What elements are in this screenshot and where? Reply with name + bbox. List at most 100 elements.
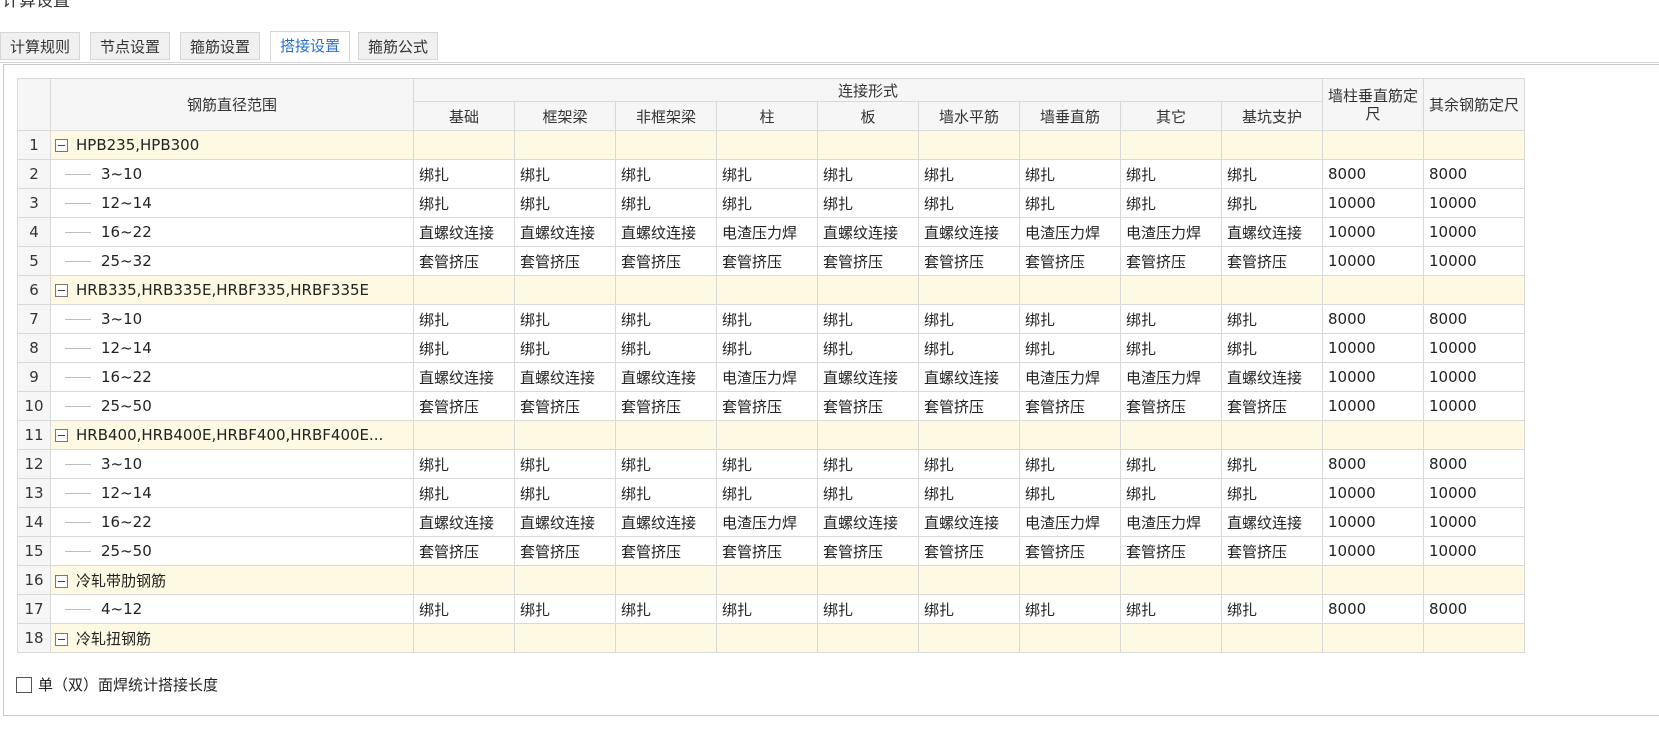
table-group-row[interactable]: 16 冷轧带肋钢筋 [17, 565, 1525, 595]
connection-cell[interactable] [514, 275, 616, 305]
fixed-length-cell[interactable]: 8000 [1322, 304, 1424, 334]
connection-cell[interactable]: 套管挤压 [1120, 536, 1222, 566]
connection-cell[interactable] [514, 565, 616, 595]
range-cell[interactable]: 3~10 [50, 159, 414, 189]
connection-cell[interactable]: 套管挤压 [615, 536, 717, 566]
group-name-cell[interactable]: 冷轧扭钢筋 [50, 623, 414, 653]
connection-cell[interactable] [514, 420, 616, 450]
range-cell[interactable]: 12~14 [50, 333, 414, 363]
connection-cell[interactable]: 套管挤压 [1120, 391, 1222, 421]
table-row[interactable]: 7 3~10 绑扎 绑扎 绑扎 绑扎 绑扎 绑扎 绑扎 绑扎 绑扎 8000 8000 [17, 304, 1525, 334]
connection-cell[interactable]: 直螺纹连接 [514, 507, 616, 537]
range-cell[interactable]: 16~22 [50, 362, 414, 392]
connection-cell[interactable]: 绑扎 [817, 159, 919, 189]
connection-cell[interactable] [514, 623, 616, 653]
connection-cell[interactable]: 套管挤压 [514, 246, 616, 276]
connection-cell[interactable]: 绑扎 [716, 304, 818, 334]
fixed-length-cell[interactable]: 10000 [1423, 217, 1525, 247]
table-row[interactable]: 17 4~12 绑扎 绑扎 绑扎 绑扎 绑扎 绑扎 绑扎 绑扎 绑扎 8000 8000 [17, 594, 1525, 624]
tab-node-settings[interactable]: 节点设置 [90, 32, 171, 60]
connection-cell[interactable] [413, 275, 515, 305]
connection-cell[interactable]: 绑扎 [918, 478, 1020, 508]
range-cell[interactable]: 4~12 [50, 594, 414, 624]
connection-cell[interactable]: 绑扎 [918, 159, 1020, 189]
connection-cell[interactable]: 电渣压力焊 [1019, 507, 1121, 537]
collapse-icon[interactable] [55, 139, 68, 152]
fixed-length-cell[interactable] [1322, 565, 1424, 595]
connection-cell[interactable]: 绑扎 [615, 594, 717, 624]
connection-cell[interactable]: 电渣压力焊 [716, 507, 818, 537]
connection-cell[interactable]: 直螺纹连接 [918, 362, 1020, 392]
connection-cell[interactable]: 套管挤压 [1221, 246, 1323, 276]
connection-cell[interactable] [918, 130, 1020, 160]
connection-cell[interactable]: 绑扎 [514, 304, 616, 334]
table-row[interactable]: 9 16~22 直螺纹连接 直螺纹连接 直螺纹连接 电渣压力焊 直螺纹连接 直螺纹连接 电渣压力… [17, 362, 1525, 392]
range-cell[interactable]: 12~14 [50, 478, 414, 508]
connection-cell[interactable]: 绑扎 [413, 333, 515, 363]
connection-cell[interactable] [1221, 420, 1323, 450]
collapse-icon[interactable] [55, 429, 68, 442]
connection-cell[interactable]: 绑扎 [413, 188, 515, 218]
connection-cell[interactable]: 套管挤压 [514, 391, 616, 421]
group-name-cell[interactable]: 冷轧带肋钢筋 [50, 565, 414, 595]
connection-cell[interactable]: 绑扎 [1221, 159, 1323, 189]
connection-cell[interactable]: 绑扎 [1120, 333, 1222, 363]
fixed-length-cell[interactable] [1423, 130, 1525, 160]
connection-cell[interactable] [817, 565, 919, 595]
connection-cell[interactable]: 套管挤压 [615, 391, 717, 421]
table-row[interactable]: 2 3~10 绑扎 绑扎 绑扎 绑扎 绑扎 绑扎 绑扎 绑扎 绑扎 8000 8000 [17, 159, 1525, 189]
connection-cell[interactable]: 套管挤压 [1019, 536, 1121, 566]
connection-cell[interactable]: 套管挤压 [817, 391, 919, 421]
connection-cell[interactable] [918, 565, 1020, 595]
fixed-length-cell[interactable]: 10000 [1322, 217, 1424, 247]
fixed-length-cell[interactable]: 8000 [1423, 594, 1525, 624]
fixed-length-cell[interactable] [1322, 130, 1424, 160]
connection-cell[interactable]: 绑扎 [817, 304, 919, 334]
connection-cell[interactable]: 绑扎 [716, 478, 818, 508]
connection-cell[interactable] [1221, 275, 1323, 305]
weld-lap-checkbox[interactable] [16, 676, 32, 693]
fixed-length-cell[interactable]: 10000 [1423, 246, 1525, 276]
table-row[interactable]: 10 25~50 套管挤压 套管挤压 套管挤压 套管挤压 套管挤压 套管挤压 套管挤压 套管挤压套… [17, 391, 1525, 421]
fixed-length-cell[interactable]: 10000 [1322, 362, 1424, 392]
connection-cell[interactable]: 绑扎 [514, 478, 616, 508]
table-group-row[interactable]: 1 HPB235,HPB300 [17, 130, 1525, 160]
connection-cell[interactable]: 直螺纹连接 [817, 362, 919, 392]
connection-cell[interactable]: 电渣压力焊 [1120, 217, 1222, 247]
connection-cell[interactable]: 套管挤压 [615, 246, 717, 276]
fixed-length-cell[interactable] [1322, 420, 1424, 450]
connection-cell[interactable]: 绑扎 [1019, 449, 1121, 479]
connection-cell[interactable]: 绑扎 [1120, 159, 1222, 189]
connection-cell[interactable] [1221, 130, 1323, 160]
connection-cell[interactable]: 绑扎 [716, 159, 818, 189]
connection-cell[interactable]: 绑扎 [1019, 188, 1121, 218]
connection-cell[interactable]: 绑扎 [413, 449, 515, 479]
tab-stirrup-settings[interactable]: 箍筋设置 [180, 32, 261, 60]
connection-cell[interactable]: 绑扎 [1221, 304, 1323, 334]
connection-cell[interactable]: 绑扎 [1221, 449, 1323, 479]
table-row[interactable]: 5 25~32 套管挤压 套管挤压 套管挤压 套管挤压 套管挤压 套管挤压 套管挤压 套管挤压 套管… [17, 246, 1525, 276]
connection-cell[interactable] [1019, 565, 1121, 595]
fixed-length-cell[interactable] [1322, 623, 1424, 653]
tab-stirrup-formula[interactable]: 箍筋公式 [358, 32, 439, 60]
connection-cell[interactable]: 绑扎 [817, 449, 919, 479]
fixed-length-cell[interactable]: 8000 [1423, 449, 1525, 479]
fixed-length-cell[interactable] [1322, 275, 1424, 305]
connection-cell[interactable]: 绑扎 [1120, 594, 1222, 624]
connection-cell[interactable]: 直螺纹连接 [615, 217, 717, 247]
table-group-row[interactable]: 11 HRB400,HRB400E,HRBF400,HRBF400E... [17, 420, 1525, 450]
fixed-length-cell[interactable]: 10000 [1322, 391, 1424, 421]
connection-cell[interactable]: 绑扎 [817, 478, 919, 508]
table-group-row[interactable]: 18 冷轧扭钢筋 [17, 623, 1525, 653]
connection-cell[interactable]: 直螺纹连接 [413, 217, 515, 247]
connection-cell[interactable] [1019, 420, 1121, 450]
connection-cell[interactable]: 绑扎 [615, 333, 717, 363]
connection-cell[interactable]: 套管挤压 [413, 391, 515, 421]
range-cell[interactable]: 25~32 [50, 246, 414, 276]
connection-cell[interactable]: 绑扎 [817, 594, 919, 624]
connection-cell[interactable]: 绑扎 [1019, 333, 1121, 363]
fixed-length-cell[interactable] [1423, 420, 1525, 450]
connection-cell[interactable] [1221, 623, 1323, 653]
range-cell[interactable]: 16~22 [50, 507, 414, 537]
range-cell[interactable]: 25~50 [50, 391, 414, 421]
